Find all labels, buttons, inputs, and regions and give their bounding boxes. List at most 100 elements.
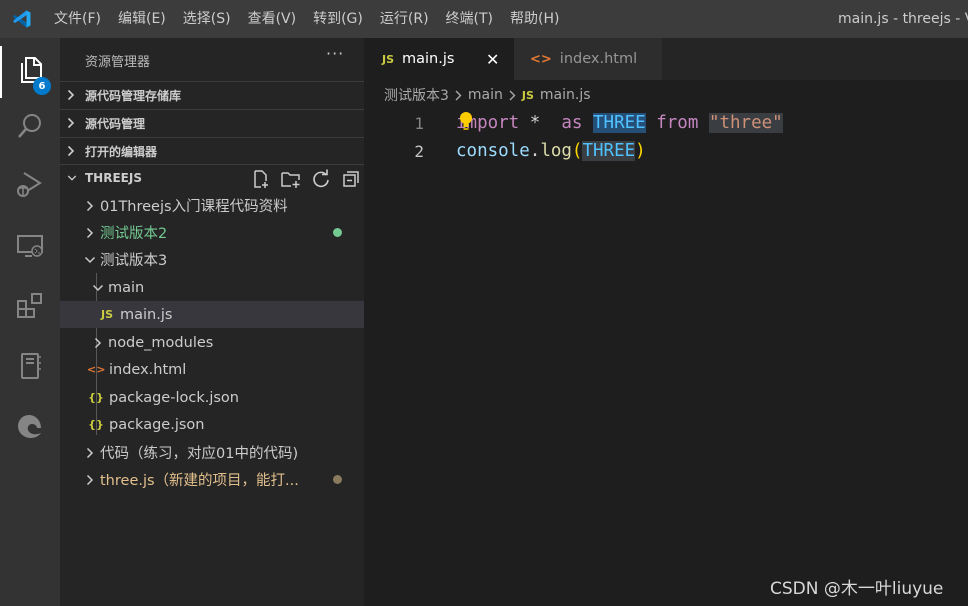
section-label: 打开的编辑器 [85, 144, 158, 159]
identifier-three: THREE [582, 141, 636, 161]
edge-icon [15, 411, 45, 445]
tree-label: 01Threejs入门课程代码资料 [100, 199, 288, 215]
tree-label: index.html [109, 361, 187, 378]
code-line: 1 import * as THREE from "three" [364, 109, 968, 137]
menu-bar: 文件(F) 编辑(E) 选择(S) 查看(V) 转到(G) 运行(R) 终端(T… [44, 0, 568, 38]
javascript-file-icon: JS [382, 52, 395, 66]
tab-label: index.html [559, 51, 638, 67]
tree-label: 测试版本2 [100, 226, 168, 242]
tree-label: main [108, 279, 145, 296]
tab-main-js[interactable]: JS main.js ✕ [364, 38, 514, 80]
activity-extensions[interactable] [0, 282, 60, 334]
identifier-three: THREE [593, 113, 646, 133]
activity-notebook[interactable] [0, 342, 60, 394]
search-icon [16, 112, 44, 144]
code-text: import * as THREE from "three" [456, 113, 783, 133]
code-text: console.log(THREE) [456, 141, 646, 161]
lightbulb-icon[interactable] [458, 111, 474, 138]
section-label: THREEJS [85, 171, 142, 185]
chevron-right-icon [67, 145, 77, 157]
chevron-right-icon [67, 117, 77, 129]
chevron-right-icon [455, 90, 462, 101]
menu-file[interactable]: 文件(F) [44, 0, 110, 38]
chevron-down-icon [82, 256, 98, 264]
new-file-icon[interactable] [246, 169, 276, 189]
menu-view[interactable]: 查看(V) [240, 0, 306, 38]
tree-folder[interactable]: 01Threejs入门课程代码资料 [60, 192, 364, 219]
section-scm[interactable]: 源代码管理 [60, 109, 364, 136]
menu-selection[interactable]: 选择(S) [175, 0, 240, 38]
breadcrumb-file[interactable]: main.js [540, 87, 591, 103]
git-status-dot [333, 475, 342, 484]
git-status-dot [333, 228, 342, 237]
tree-label: main.js [120, 306, 173, 323]
tree-file[interactable]: <> index.html [60, 356, 364, 383]
chevron-right-icon [82, 227, 98, 239]
javascript-file-icon: JS [100, 308, 113, 321]
menu-edit[interactable]: 编辑(E) [110, 0, 175, 38]
activity-explorer[interactable]: 6 [0, 46, 60, 98]
activity-run-debug[interactable] [0, 160, 60, 212]
watermark: CSDN @木一叶liuyue [770, 579, 944, 599]
keyword-as: as [561, 113, 583, 133]
activity-search[interactable] [0, 102, 60, 154]
tree-file-selected[interactable]: JS main.js [60, 301, 364, 328]
activity-bar: 6 [0, 38, 60, 606]
breadcrumb: 测试版本3 main JS main.js [384, 84, 591, 106]
workspace-actions [246, 165, 366, 192]
section-label: 源代码管理存储库 [85, 88, 182, 103]
activity-edge[interactable] [0, 402, 60, 454]
tree-label: node_modules [108, 334, 214, 351]
section-scm-repositories[interactable]: 源代码管理存储库 [60, 81, 364, 108]
explorer-badge: 6 [33, 77, 51, 95]
run-debug-icon [15, 169, 45, 203]
activity-remote[interactable] [0, 222, 60, 274]
menu-go[interactable]: 转到(G) [305, 0, 372, 38]
tree-file[interactable]: {} package-lock.json [60, 384, 364, 411]
menu-terminal[interactable]: 终端(T) [438, 0, 502, 38]
close-icon[interactable]: ✕ [486, 50, 499, 69]
tree-folder-expanded[interactable]: main [60, 274, 364, 301]
tree-label: three.js（新建的项目，能打... [100, 473, 299, 489]
function-log: log [540, 141, 572, 161]
vscode-logo-icon [0, 0, 44, 38]
javascript-file-icon: JS [521, 88, 534, 102]
code-line: 2 console.log(THREE) [364, 137, 968, 165]
tree-folder-modified[interactable]: 测试版本2 [60, 219, 364, 246]
line-number: 1 [414, 113, 424, 133]
window-title: main.js - threejs - Vi [838, 11, 968, 27]
chevron-right-icon [67, 89, 77, 101]
tree-folder-modified[interactable]: three.js（新建的项目，能打... [60, 466, 364, 493]
json-file-icon: {} [88, 418, 104, 431]
menu-run[interactable]: 运行(R) [372, 0, 438, 38]
tree-file[interactable]: {} package.json [60, 411, 364, 438]
collapse-all-icon[interactable] [336, 169, 366, 189]
tree-folder-expanded[interactable]: 测试版本3 [60, 246, 364, 273]
section-workspace[interactable]: THREEJS [60, 164, 364, 191]
chevron-right-icon [82, 474, 98, 486]
tree-folder[interactable]: node_modules [60, 329, 364, 356]
title-bar: 文件(F) 编辑(E) 选择(S) 查看(V) 转到(G) 运行(R) 终端(T… [0, 0, 968, 38]
line-number: 2 [414, 141, 424, 161]
editor-tabs: JS main.js ✕ <> index.html [364, 38, 968, 80]
explorer-sidebar: 资源管理器 ··· 源代码管理存储库 源代码管理 打开的编辑器 THREEJS … [60, 38, 364, 606]
tree-label: 测试版本3 [100, 253, 168, 269]
tree-label: 代码（练习，对应01中的代码) [100, 446, 299, 462]
paren-open: ( [571, 141, 583, 161]
refresh-icon[interactable] [306, 169, 336, 189]
sidebar-title: 资源管理器 [85, 55, 151, 70]
menu-help[interactable]: 帮助(H) [502, 0, 568, 38]
html-file-icon: <> [87, 363, 106, 376]
more-actions-icon[interactable]: ··· [326, 44, 344, 63]
breadcrumb-folder[interactable]: main [468, 87, 503, 103]
new-folder-icon[interactable] [276, 169, 306, 189]
tab-index-html[interactable]: <> index.html [514, 38, 662, 80]
section-open-editors[interactable]: 打开的编辑器 [60, 137, 364, 164]
chevron-right-icon [82, 447, 98, 459]
breadcrumb-folder[interactable]: 测试版本3 [384, 85, 449, 105]
tab-label: main.js [402, 51, 455, 67]
chevron-down-icon [67, 174, 77, 182]
tree-label: package-lock.json [109, 389, 239, 406]
tree-folder[interactable]: 代码（练习，对应01中的代码) [60, 439, 364, 466]
